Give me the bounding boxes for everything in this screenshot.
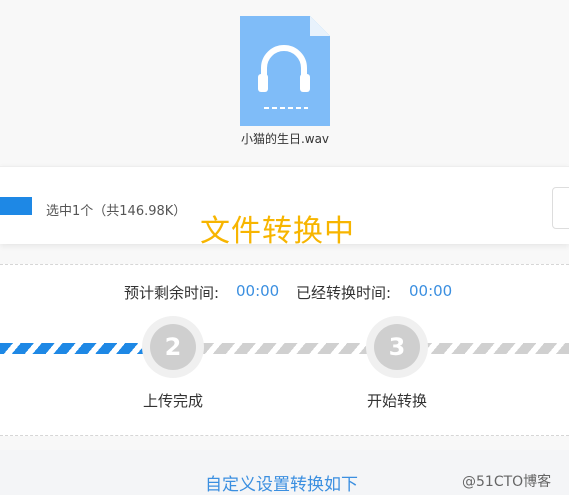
elapsed-time-value: 00:00 — [409, 282, 453, 300]
action-button[interactable] — [552, 187, 569, 229]
watermark: @51CTO博客 — [462, 474, 552, 490]
progress-track-pending-2 — [422, 343, 569, 354]
audio-file-icon[interactable] — [238, 16, 330, 126]
step-3: 3 — [366, 316, 428, 378]
elapsed-time-label: 已经转换时间: — [296, 284, 392, 302]
step-3-label: 开始转换 — [366, 392, 427, 410]
select-all-checkbox[interactable] — [0, 197, 32, 215]
converting-title: 文件转换中 — [200, 214, 355, 249]
step-2-number: 2 — [150, 324, 196, 370]
remaining-time-label: 预计剩余时间: — [124, 284, 220, 302]
remaining-time-value: 00:00 — [236, 282, 280, 300]
file-area: 小猫的生日.wav — [0, 0, 569, 165]
custom-settings-link[interactable]: 自定义设置转换如下 — [205, 470, 358, 495]
step-3-number: 3 — [374, 324, 420, 370]
file-name: 小猫的生日.wav — [240, 132, 330, 146]
step-2-label: 上传完成 — [142, 392, 203, 410]
progress-track-done — [0, 343, 150, 354]
progress-track-pending-1 — [196, 343, 372, 354]
selection-summary: 选中1个（共146.98K） — [46, 204, 187, 219]
converter-page: 小猫的生日.wav 选中1个（共146.98K） 文件转换中 预计剩余时间: 0… — [0, 0, 569, 495]
step-2: 2 — [142, 316, 204, 378]
